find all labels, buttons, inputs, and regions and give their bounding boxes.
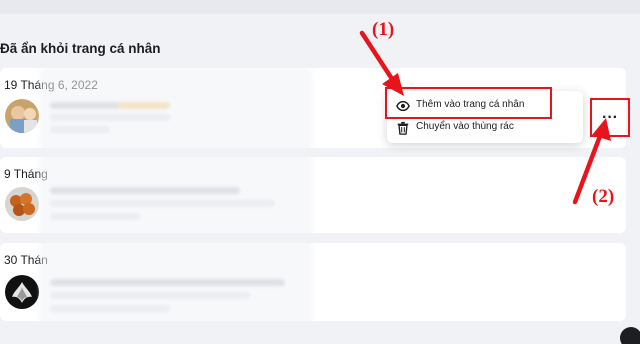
menu-item-move-to-trash[interactable]: Chuyển vào thùng rác <box>387 116 583 140</box>
avatar-photo <box>5 275 39 309</box>
avatar[interactable] <box>5 275 39 309</box>
avatar-photo <box>5 187 39 221</box>
top-bar <box>0 0 640 14</box>
eye-icon <box>396 100 410 112</box>
menu-item-add-to-profile[interactable]: Thêm vào trang cá nhân <box>387 94 583 118</box>
menu-item-label: Chuyển vào thùng rác <box>416 121 514 132</box>
avatar[interactable] <box>5 187 39 221</box>
avatar[interactable] <box>5 99 39 133</box>
post-options-menu: Thêm vào trang cá nhân Chuyển vào thùng … <box>387 91 583 143</box>
hidden-posts-page: Đã ẩn khỏi trang cá nhân 19 Tháng 6, 202… <box>0 0 640 344</box>
annotation-label-2: (2) <box>592 186 615 207</box>
more-options-button[interactable]: ··· <box>595 104 625 132</box>
privacy-blur-overlay <box>40 68 312 344</box>
section-title: Đã ẩn khỏi trang cá nhân <box>0 41 161 56</box>
avatar-photo <box>5 99 39 133</box>
menu-item-label: Thêm vào trang cá nhân <box>416 99 525 110</box>
corner-logo-icon <box>620 327 640 344</box>
trash-icon <box>397 121 409 135</box>
annotation-label-1: (1) <box>372 19 395 40</box>
